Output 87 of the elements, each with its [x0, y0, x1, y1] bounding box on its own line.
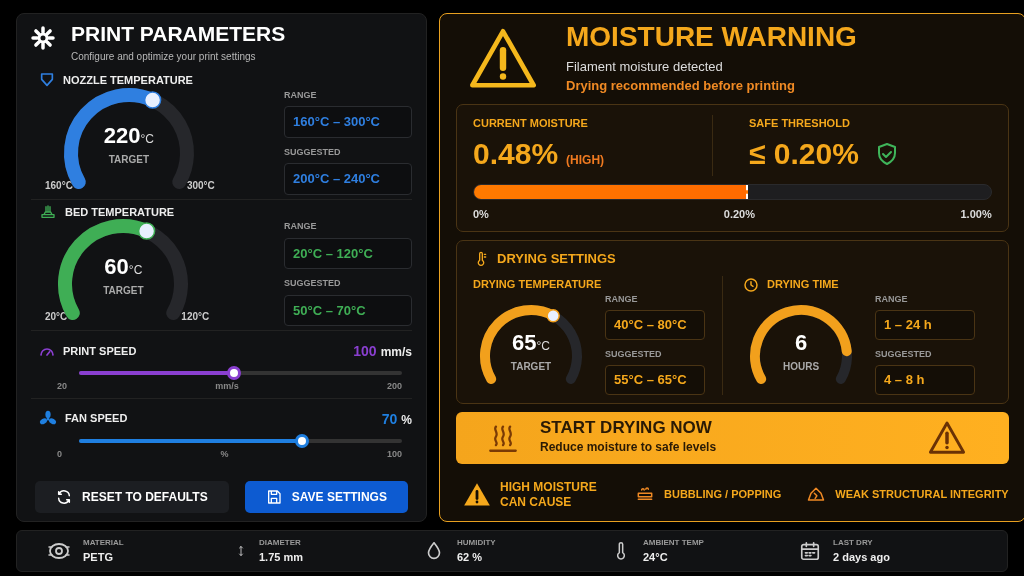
- status-label: LAST DRY: [833, 536, 874, 549]
- gauge-max-label: 120°C: [181, 310, 210, 325]
- gauge-max-label: 300°C: [186, 178, 215, 193]
- suggested-label: SUGGESTED: [284, 277, 342, 291]
- slider-unit: %: [401, 412, 412, 427]
- status-label: AMBIENT TEMP: [643, 536, 704, 549]
- gauge-caption: TARGET: [509, 359, 553, 374]
- gauge-caption: TARGET: [107, 152, 151, 167]
- gauge-value: 6: [794, 329, 808, 355]
- range-label: RANGE: [875, 292, 909, 306]
- action-subtitle: Reduce moisture to safe levels: [540, 439, 718, 457]
- suggested-value: 200°C – 240°C: [284, 163, 412, 195]
- reset-button[interactable]: RESET TO DEFAULTS: [35, 481, 229, 514]
- warning-recommendation: Drying recommended before printing: [566, 77, 796, 96]
- status-value: PETG: [83, 549, 114, 565]
- status-label: MATERIAL: [83, 536, 124, 549]
- section-label: NOZZLE TEMPERATURE: [63, 73, 193, 89]
- threshold-value: ≤ 0.20%: [749, 136, 859, 173]
- slider-unit: mm/s: [380, 345, 412, 360]
- current-moisture-label: CURRENT MOISTURE: [473, 115, 589, 131]
- gauge-min-label: 20°C: [45, 310, 68, 325]
- effects-heading: HIGH MOISTURE CAN CAUSE: [500, 480, 598, 510]
- section-label: BED TEMPERATURE: [65, 204, 175, 220]
- effect-item: WEAK STRUCTURAL INTEGRITY: [835, 487, 1009, 503]
- slider-unit-label: mm/s: [215, 380, 239, 394]
- slider-thumb[interactable]: [294, 433, 309, 448]
- slider-thumb[interactable]: [227, 366, 242, 381]
- slider-min-label: 20: [57, 380, 67, 394]
- slider[interactable]: [79, 366, 402, 381]
- bar-tick-label: 0.20%: [723, 207, 755, 223]
- range-value: 160°C – 300°C: [284, 106, 412, 138]
- section-title: DRYING SETTINGS: [497, 249, 616, 268]
- bar-tick-label: 1.00%: [960, 207, 992, 223]
- slider-unit-label: %: [220, 447, 229, 461]
- range-label: RANGE: [605, 292, 639, 306]
- warning-message: Filament moisture detected: [566, 57, 724, 76]
- gauge-caption: TARGET: [102, 284, 145, 299]
- suggested-value: 55°C – 65°C: [605, 365, 705, 395]
- range-value: 40°C – 80°C: [605, 310, 705, 340]
- warning-title: MOISTURE WARNING: [566, 22, 857, 53]
- status-label: HUMIDITY: [457, 536, 496, 549]
- panel-subtitle: Configure and optimize your print settings: [71, 50, 257, 65]
- gauge-value: 60: [104, 254, 129, 280]
- range-label: RANGE: [284, 88, 318, 102]
- status-value: 2 days ago: [833, 549, 890, 565]
- gauge-min-label: 160°C: [45, 178, 73, 193]
- status-value: 62 %: [457, 549, 484, 565]
- start-drying-button[interactable]: START DRYING NOW Reduce moisture to safe levels: [456, 411, 1009, 464]
- slider[interactable]: [79, 433, 402, 448]
- slider-min-label: 0: [57, 447, 62, 461]
- suggested-label: SUGGESTED: [284, 145, 342, 159]
- drying-label: DRYING TEMPERATURE: [473, 277, 602, 293]
- status-label: DIAMETER: [259, 536, 302, 549]
- clock-icon: [743, 276, 759, 293]
- gauge-value: 65: [512, 329, 537, 355]
- suggested-label: SUGGESTED: [875, 347, 933, 361]
- moisture-status: (HIGH): [566, 152, 605, 170]
- slider-value: 70: [381, 410, 398, 427]
- status-value: 1.75 mm: [259, 549, 304, 565]
- refresh-icon: [56, 489, 73, 506]
- slider-label: PRINT SPEED: [63, 343, 137, 359]
- gauge-unit: °C: [536, 338, 550, 353]
- slider-label: FAN SPEED: [65, 411, 128, 427]
- panel-title: PRINT PARAMETERS: [71, 22, 286, 46]
- save-button[interactable]: SAVE SETTINGS: [244, 481, 408, 514]
- threshold-label: SAFE THRESHOLD: [749, 115, 851, 131]
- range-value: 1 – 24 h: [875, 310, 975, 340]
- slider-max-label: 200: [386, 380, 402, 394]
- range-label: RANGE: [284, 220, 318, 234]
- suggested-value: 4 – 8 h: [875, 365, 975, 395]
- range-value: 20°C – 120°C: [284, 237, 412, 270]
- slider-max-label: 100: [386, 447, 402, 461]
- slider-value: 100: [353, 343, 377, 360]
- gauge-unit: °C: [128, 263, 143, 278]
- bar-tick-label: 0%: [473, 207, 489, 223]
- drying-label: DRYING TIME: [767, 277, 839, 293]
- suggested-label: SUGGESTED: [605, 347, 663, 361]
- gauge-unit: °C: [140, 131, 154, 146]
- status-value: 24°C: [643, 549, 669, 565]
- gauge-value: 220: [103, 122, 141, 148]
- suggested-value: 50°C – 70°C: [284, 294, 412, 327]
- settings-icon: [31, 26, 55, 50]
- current-moisture-value: 0.48%: [473, 136, 559, 173]
- calendar-icon: [799, 540, 821, 563]
- gauge-caption: HOURS: [781, 359, 821, 374]
- effect-item: BUBBLING / POPPING: [664, 487, 782, 503]
- action-title: START DRYING NOW: [540, 419, 713, 439]
